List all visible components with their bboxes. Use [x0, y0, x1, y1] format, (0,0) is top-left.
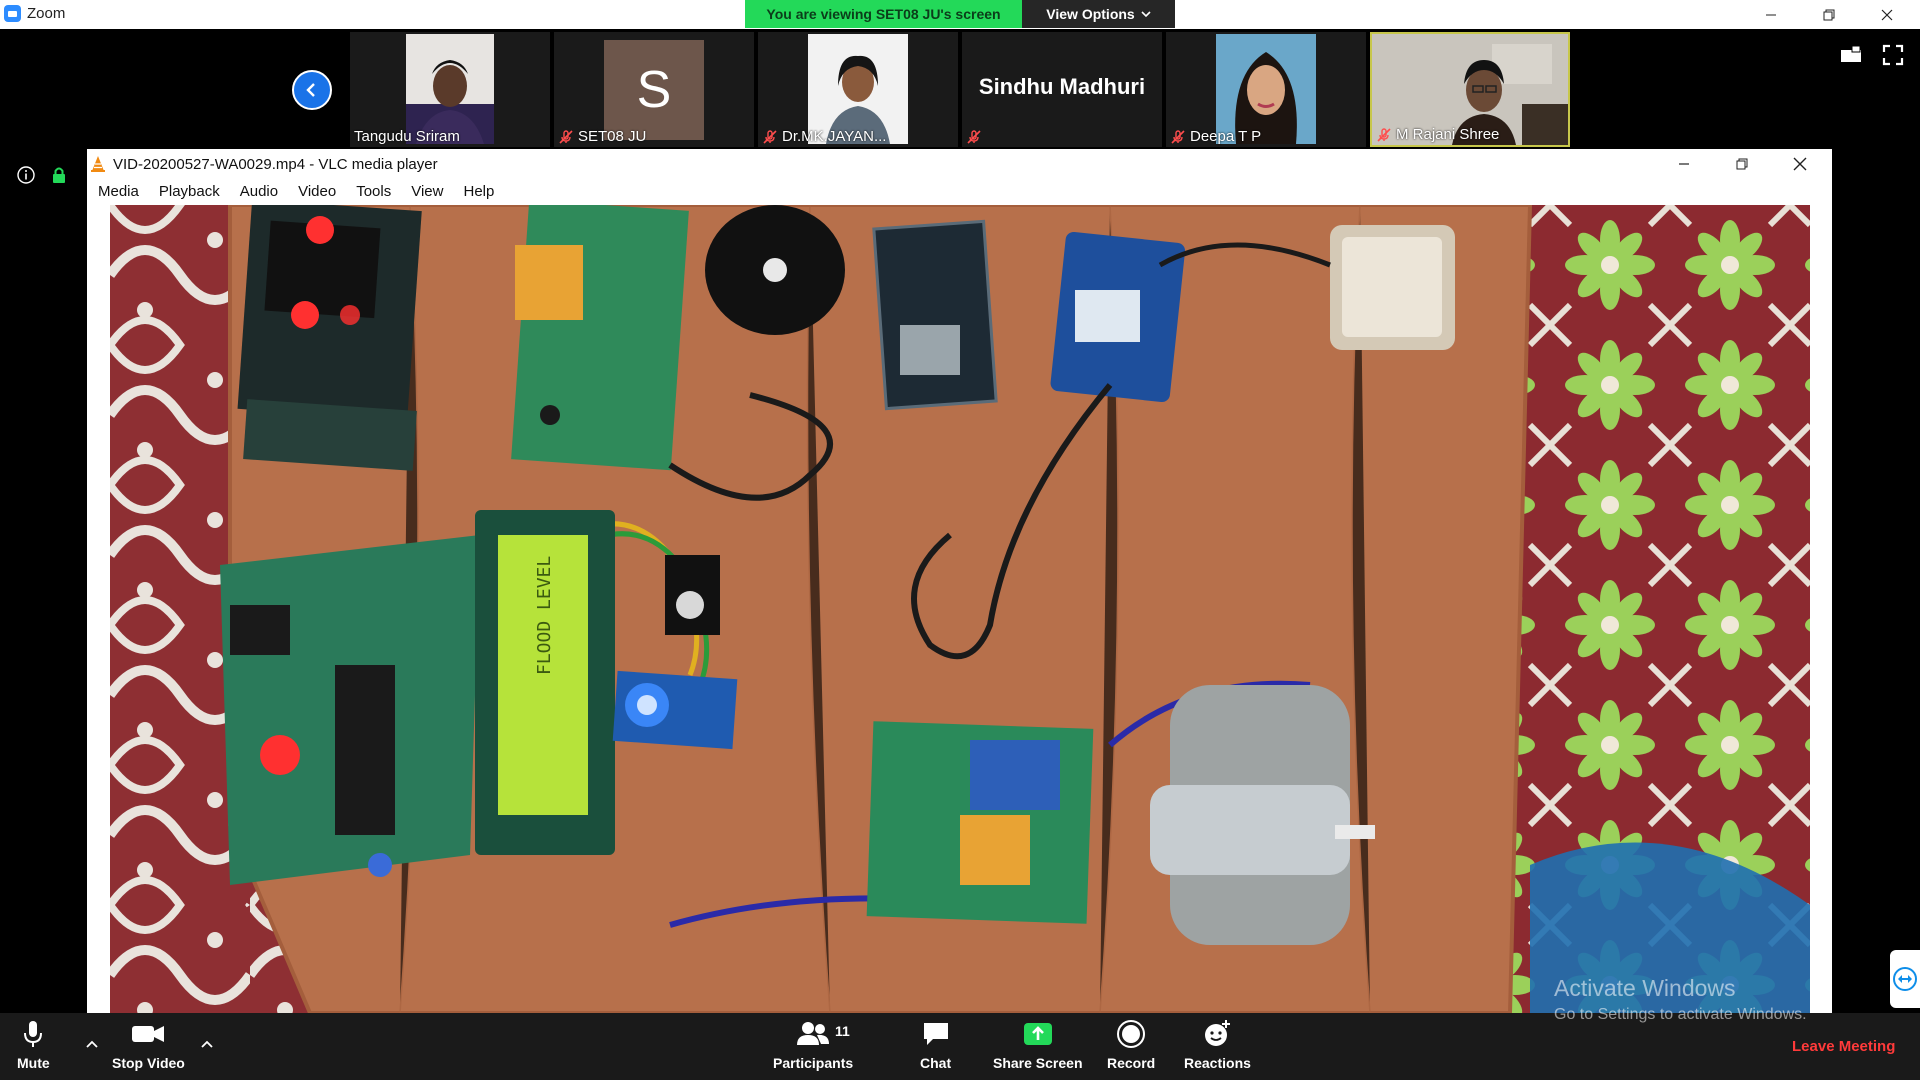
- vlc-window-title: VID-20200527-WA0029.mp4 - VLC media play…: [113, 155, 438, 173]
- mute-label: Mute: [17, 1055, 50, 1071]
- mic-muted-icon: [763, 129, 777, 144]
- stop-video-button[interactable]: Stop Video: [112, 1019, 185, 1071]
- participant-tile[interactable]: Sindhu Madhuri: [962, 32, 1162, 147]
- share-screen-button[interactable]: Share Screen: [993, 1019, 1083, 1071]
- menu-tools[interactable]: Tools: [345, 183, 400, 200]
- participant-name: [966, 129, 982, 145]
- view-options-label: View Options: [1046, 6, 1135, 22]
- vlc-menu-bar: Media Playback Audio Video Tools View He…: [87, 179, 503, 204]
- zoom-title-text: Zoom: [27, 5, 66, 22]
- view-options-button[interactable]: View Options: [1022, 0, 1175, 28]
- video-content-image: FLOOD LEVEL: [110, 205, 1810, 1013]
- meeting-info-icon[interactable]: [16, 165, 36, 185]
- participant-tile[interactable]: S SET08 JU: [554, 32, 754, 147]
- audio-options-caret-icon[interactable]: [85, 1037, 99, 1051]
- vlc-restore-button[interactable]: [1714, 149, 1770, 179]
- participant-tile[interactable]: Tangudu Sriram: [350, 32, 550, 147]
- close-button[interactable]: [1858, 0, 1916, 29]
- mic-muted-icon: [559, 129, 573, 144]
- close-icon: [1793, 157, 1807, 171]
- chevron-down-icon: [1141, 11, 1151, 18]
- minimize-icon: [1679, 163, 1689, 165]
- zoom-logo-icon: [4, 5, 21, 22]
- vlc-titlebar: VID-20200527-WA0029.mp4 - VLC media play…: [87, 149, 1832, 179]
- close-icon: [1881, 9, 1893, 20]
- video-camera-icon: [132, 1026, 165, 1042]
- participant-name: Deepa T P: [1170, 128, 1261, 145]
- video-frame[interactable]: FLOOD LEVEL: [110, 205, 1810, 1013]
- participants-label: Participants: [773, 1055, 854, 1071]
- encryption-lock-icon[interactable]: [49, 165, 69, 185]
- menu-playback[interactable]: Playback: [148, 183, 229, 200]
- mic-muted-icon: [1377, 127, 1391, 142]
- participant-name-display: Sindhu Madhuri: [978, 74, 1146, 99]
- record-button[interactable]: Record: [1107, 1019, 1155, 1071]
- gallery-layout-icon[interactable]: [1840, 44, 1862, 66]
- participant-strip: [0, 29, 1920, 150]
- video-options-caret-icon[interactable]: [200, 1037, 214, 1051]
- menu-help[interactable]: Help: [452, 183, 503, 200]
- participant-tile-active[interactable]: M Rajani Shree: [1370, 32, 1570, 147]
- participants-icon: [797, 1022, 830, 1045]
- microphone-icon: [24, 1021, 43, 1047]
- participant-name: Tangudu Sriram: [354, 128, 460, 145]
- participant-name: SET08 JU: [558, 128, 646, 145]
- participant-name: M Rajani Shree: [1376, 126, 1499, 143]
- vlc-close-button[interactable]: [1772, 149, 1828, 179]
- remote-arrows-icon: [1893, 967, 1917, 991]
- viewing-banner: You are viewing SET08 JU's screen: [745, 0, 1022, 28]
- restore-icon: [1823, 9, 1835, 20]
- participant-count: 11: [835, 1023, 850, 1039]
- menu-view[interactable]: View: [400, 183, 452, 200]
- share-screen-label: Share Screen: [993, 1055, 1083, 1071]
- reactions-button[interactable]: Reactions: [1184, 1019, 1251, 1071]
- reactions-label: Reactions: [1184, 1055, 1251, 1071]
- smiley-plus-icon: [1205, 1020, 1231, 1046]
- participant-tile[interactable]: Dr.MK.JAYAN...: [758, 32, 958, 147]
- share-screen-icon: [1023, 1023, 1052, 1045]
- menu-audio[interactable]: Audio: [229, 183, 287, 200]
- participant-name: Dr.MK.JAYAN...: [762, 128, 886, 145]
- restore-button[interactable]: [1800, 0, 1858, 29]
- vlc-window: VID-20200527-WA0029.mp4 - VLC media play…: [87, 149, 1832, 1013]
- mic-muted-icon: [1171, 129, 1185, 144]
- chat-label: Chat: [920, 1055, 952, 1071]
- mute-button[interactable]: Mute: [17, 1019, 50, 1071]
- stop-video-label: Stop Video: [112, 1055, 185, 1071]
- participant-name-text: Tangudu Sriram: [354, 128, 460, 145]
- chevron-left-icon: [306, 83, 315, 97]
- record-label: Record: [1107, 1055, 1156, 1071]
- previous-page-button[interactable]: [292, 70, 332, 110]
- restore-icon: [1736, 158, 1748, 170]
- leave-meeting-button[interactable]: Leave Meeting: [1792, 1038, 1895, 1055]
- menu-media[interactable]: Media: [87, 183, 148, 200]
- participant-name-text: M Rajani Shree: [1396, 126, 1500, 143]
- zoom-app-title: Zoom: [4, 5, 65, 22]
- remote-control-widget[interactable]: [1890, 950, 1920, 1008]
- vlc-cone-icon: [91, 156, 105, 172]
- meeting-toolbar: Mute Stop Video Participants 11 Chat Sha…: [0, 1013, 1920, 1080]
- fullscreen-icon[interactable]: [1882, 44, 1904, 66]
- chat-button[interactable]: Chat: [920, 1019, 951, 1071]
- mic-muted-icon: [967, 130, 981, 144]
- minimize-button[interactable]: [1742, 0, 1800, 29]
- participant-name-text: Dr.MK.JAYAN...: [782, 128, 887, 145]
- vlc-minimize-button[interactable]: [1656, 149, 1712, 179]
- record-icon: [1117, 1020, 1146, 1048]
- chat-bubble-icon: [923, 1023, 948, 1045]
- participant-name-text: Deepa T P: [1190, 128, 1262, 145]
- menu-video[interactable]: Video: [287, 183, 345, 200]
- participant-tile[interactable]: Deepa T P: [1166, 32, 1366, 147]
- participant-name-text: SET08 JU: [578, 128, 647, 145]
- zoom-titlebar: Zoom You are viewing SET08 JU's screen V…: [0, 0, 1920, 29]
- participant-avatar: S: [604, 40, 704, 140]
- svg-text:FLOOD LEVEL: FLOOD LEVEL: [534, 556, 555, 675]
- minimize-icon: [1766, 14, 1776, 15]
